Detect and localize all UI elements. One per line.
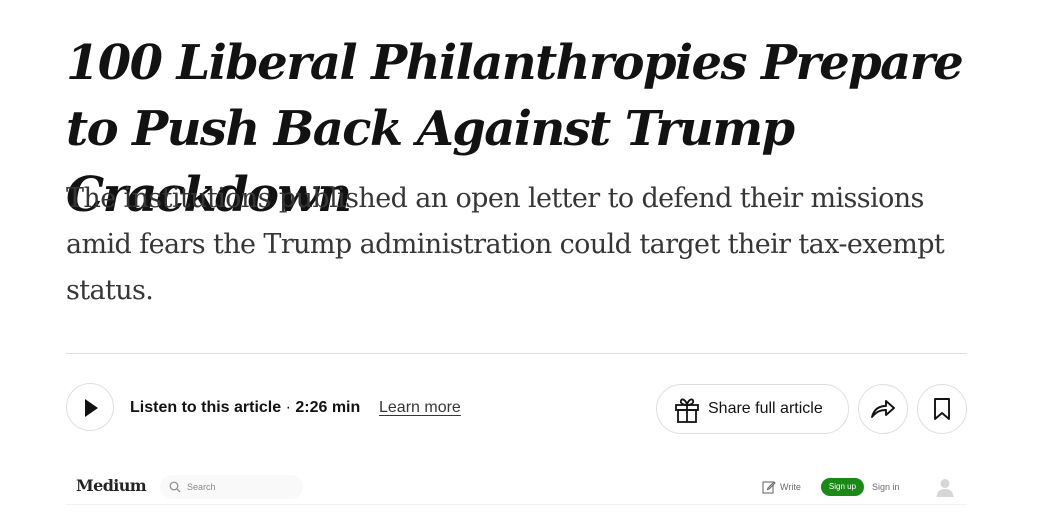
- article-summary: The institutions published an open lette…: [66, 183, 945, 306]
- divider: [66, 353, 967, 354]
- bookmark-button[interactable]: [917, 384, 967, 434]
- share-button[interactable]: [858, 384, 908, 434]
- sign-up-button[interactable]: Sign up: [821, 478, 864, 496]
- search-placeholder: Search: [187, 482, 216, 492]
- write-icon: [762, 481, 776, 494]
- play-audio-button[interactable]: [66, 383, 114, 431]
- play-icon: [85, 399, 98, 417]
- sign-in-link[interactable]: Sign in: [872, 481, 900, 493]
- gift-icon: [675, 398, 699, 423]
- listen-separator: ·: [281, 399, 296, 416]
- bookmark-icon: [934, 398, 950, 420]
- learn-more-link[interactable]: Learn more: [379, 398, 461, 418]
- share-full-article-button[interactable]: Share full article: [656, 384, 849, 434]
- share-label: Share full article: [708, 400, 823, 417]
- write-label: Write: [780, 482, 801, 492]
- medium-logo[interactable]: Medium: [76, 476, 147, 495]
- medium-search-box[interactable]: Search: [160, 475, 303, 499]
- listen-label: Listen to this article: [130, 399, 282, 416]
- audio-duration: 2:26 min: [295, 399, 361, 416]
- embedded-medium-header: Medium Search Write Sign up Sign in: [66, 462, 967, 505]
- share-arrow-icon: [871, 400, 895, 418]
- user-avatar-icon[interactable]: [935, 477, 955, 497]
- listen-info: Listen to this article · 2:26 min: [130, 398, 360, 418]
- search-icon: [169, 481, 181, 493]
